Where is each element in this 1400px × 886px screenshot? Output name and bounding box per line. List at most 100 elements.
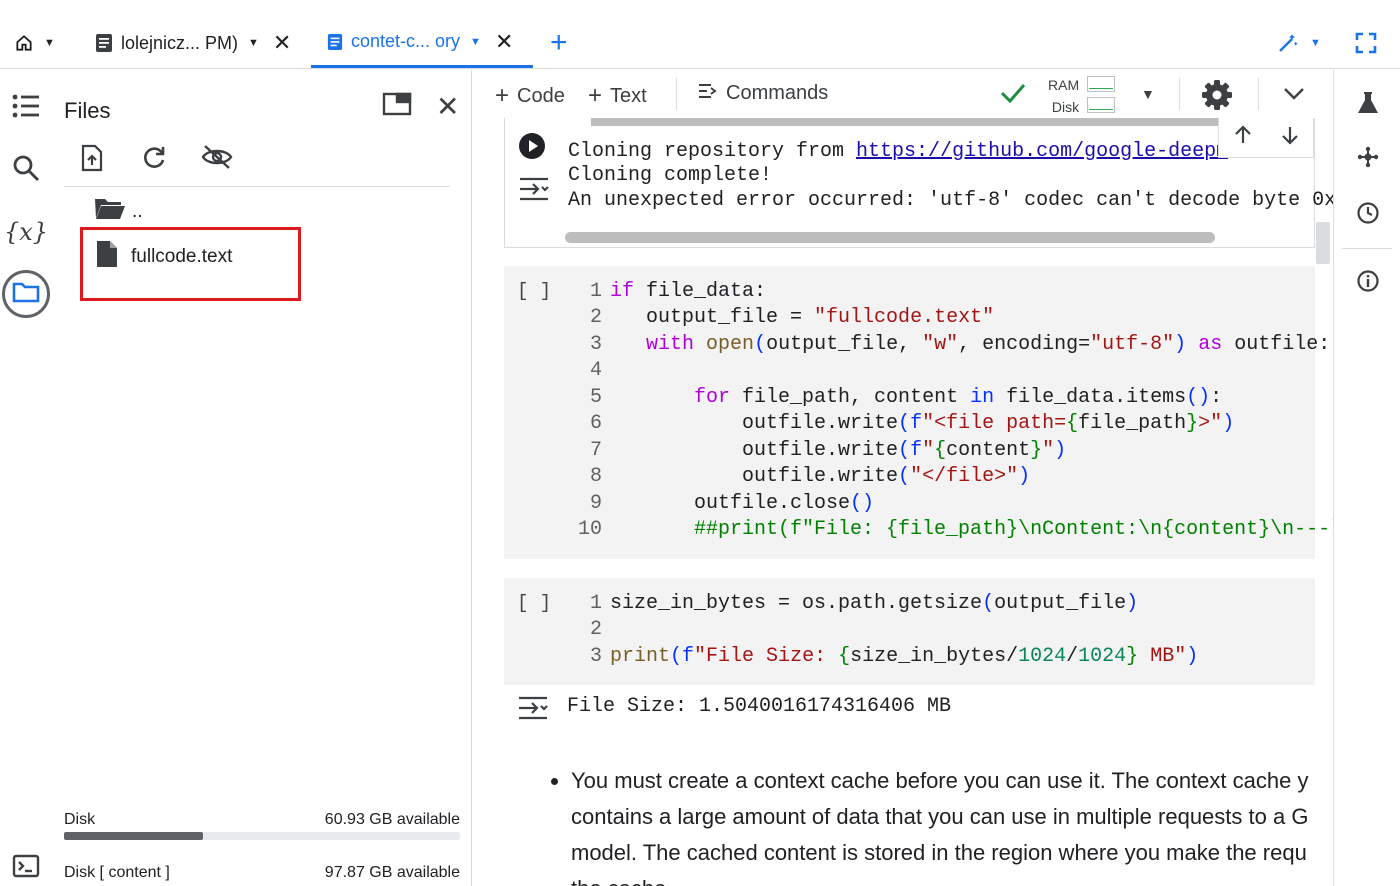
tab-label: contet-c... ory [351,31,461,51]
parent-folder-row[interactable]: .. [94,196,143,228]
line-number: 7 [589,439,602,462]
line-number: 5 [589,386,602,409]
variables-icon: {x} [3,218,49,246]
line-number: 6 [589,412,602,435]
chevron-down-icon[interactable]: ▼ [470,36,481,48]
new-tab-button[interactable]: + [550,18,568,68]
chevron-down-icon [1283,84,1305,107]
close-icon[interactable]: ✕ [495,29,513,55]
add-text-label: Text [610,84,647,107]
cell-run-indicator[interactable]: [ ] [517,592,551,614]
collapse-toolbar-button[interactable] [1283,84,1305,107]
notebook-toolbar: + Code + Text Commands RAM Disk ▼ [473,70,1333,118]
disk-label: Disk [1051,99,1080,115]
settings-button[interactable] [1201,79,1233,117]
refresh-button[interactable] [141,144,167,175]
notebook-icon [327,33,343,51]
experiments-button[interactable] [1353,90,1383,120]
output-actions-icon[interactable] [517,695,549,726]
move-down-icon[interactable] [1280,125,1300,150]
upload-file-icon [80,144,104,177]
tab-label: lolejnicz... PM) [121,32,239,53]
repo-link[interactable]: https://github.com/google-deepm [856,140,1228,163]
vertical-scrollbar[interactable] [1316,222,1330,264]
history-button[interactable] [1353,200,1383,230]
close-panel-button[interactable]: ✕ [436,90,459,123]
flask-icon [1357,91,1379,120]
divider [64,186,450,187]
highlight-box [80,227,301,301]
files-title: Files [64,98,111,123]
info-button[interactable] [1353,268,1383,298]
commands-button[interactable]: Commands [698,82,828,105]
workflow-button[interactable] [1353,144,1383,174]
disk-meter [1087,97,1115,113]
code-cell[interactable]: [ ] 1 if file_data: 2 output_file = "full… [504,266,1333,559]
search-icon [12,154,40,187]
tab-notebook-2[interactable]: contet-c... ory ▼ ✕ [311,18,533,68]
fullscreen-button[interactable] [1354,18,1378,68]
home-tab[interactable]: ▼ [14,18,55,68]
text-line: You must create a context cache before y… [571,768,1309,793]
disk-available: 60.93 GB available [324,811,460,828]
chevron-down-icon[interactable]: ▼ [44,37,55,49]
divider [1179,78,1180,110]
code-cell[interactable]: [ ] 1 size_in_bytes = os.path.getsize(out… [504,578,1315,685]
move-up-icon[interactable] [1233,125,1253,150]
left-rail: {x} [0,70,52,886]
cell-move-toolbar [1218,118,1314,158]
add-code-label: Code [517,84,565,107]
chevron-down-icon[interactable]: ▼ [248,37,259,49]
close-icon[interactable]: ✕ [273,30,291,56]
terminal-button[interactable] [4,846,48,886]
list-icon [12,94,40,123]
chevron-down-icon[interactable]: ▼ [1310,37,1321,49]
text-line: contains a large amount of data that you… [571,804,1309,829]
resource-meter[interactable]: RAM Disk [1048,74,1079,118]
upload-button[interactable] [80,144,104,177]
connected-check-icon [1000,82,1026,110]
disk-usage-bar [64,832,460,840]
clock-icon [1356,201,1380,230]
line-number: 1 [589,592,602,615]
variables-button[interactable]: {x} [4,210,48,254]
disk-usage: Disk 60.93 GB available [64,811,460,829]
notebook-icon [95,33,113,53]
tab-bar: ▼ lolejnicz... PM) ▼ ✕ contet-c... ory ▼… [0,0,1400,69]
output-area: Cloning repository from https://github.c… [504,118,1333,248]
right-rail [1333,70,1400,886]
output-line: Cloning repository from https://github.c… [568,140,1228,163]
hide-files-button[interactable] [201,144,233,175]
table-of-contents-button[interactable] [4,86,48,130]
runtime-dropdown[interactable]: ▼ [1141,86,1155,102]
cell-run-indicator[interactable]: [ ] [517,280,551,302]
output-text: Cloning repository from [568,140,857,163]
line-number: 8 [589,465,602,488]
scrollbar[interactable] [591,118,1281,126]
output-line: An unexpected error occurred: 'utf-8' co… [568,189,1333,212]
commands-icon [698,82,718,105]
folder-icon [12,280,40,309]
divider [1258,78,1259,110]
add-code-button[interactable]: + Code [495,82,565,110]
files-button[interactable] [2,270,50,318]
ram-meter [1087,76,1115,92]
open-in-tab-button[interactable] [382,92,412,121]
ai-assist-button[interactable]: ▼ [1276,18,1321,68]
line-number: 9 [589,492,602,515]
line-number: 4 [589,359,602,382]
add-text-button[interactable]: + Text [588,82,647,110]
close-icon: ✕ [436,91,460,122]
run-cell-button[interactable] [518,132,546,165]
commands-label: Commands [726,82,829,104]
eye-off-icon [201,144,233,175]
line-number: 1 [589,280,602,303]
disk-usage-fill [64,832,203,840]
tab-notebook-1[interactable]: lolejnicz... PM) ▼ ✕ [95,18,291,68]
search-button[interactable] [4,148,48,192]
line-number: 3 [589,645,602,668]
output-actions-icon[interactable] [518,176,550,207]
horizontal-scrollbar[interactable] [565,232,1215,243]
home-icon [14,33,34,53]
text-cell[interactable]: You must create a context cache before y… [571,763,1321,886]
